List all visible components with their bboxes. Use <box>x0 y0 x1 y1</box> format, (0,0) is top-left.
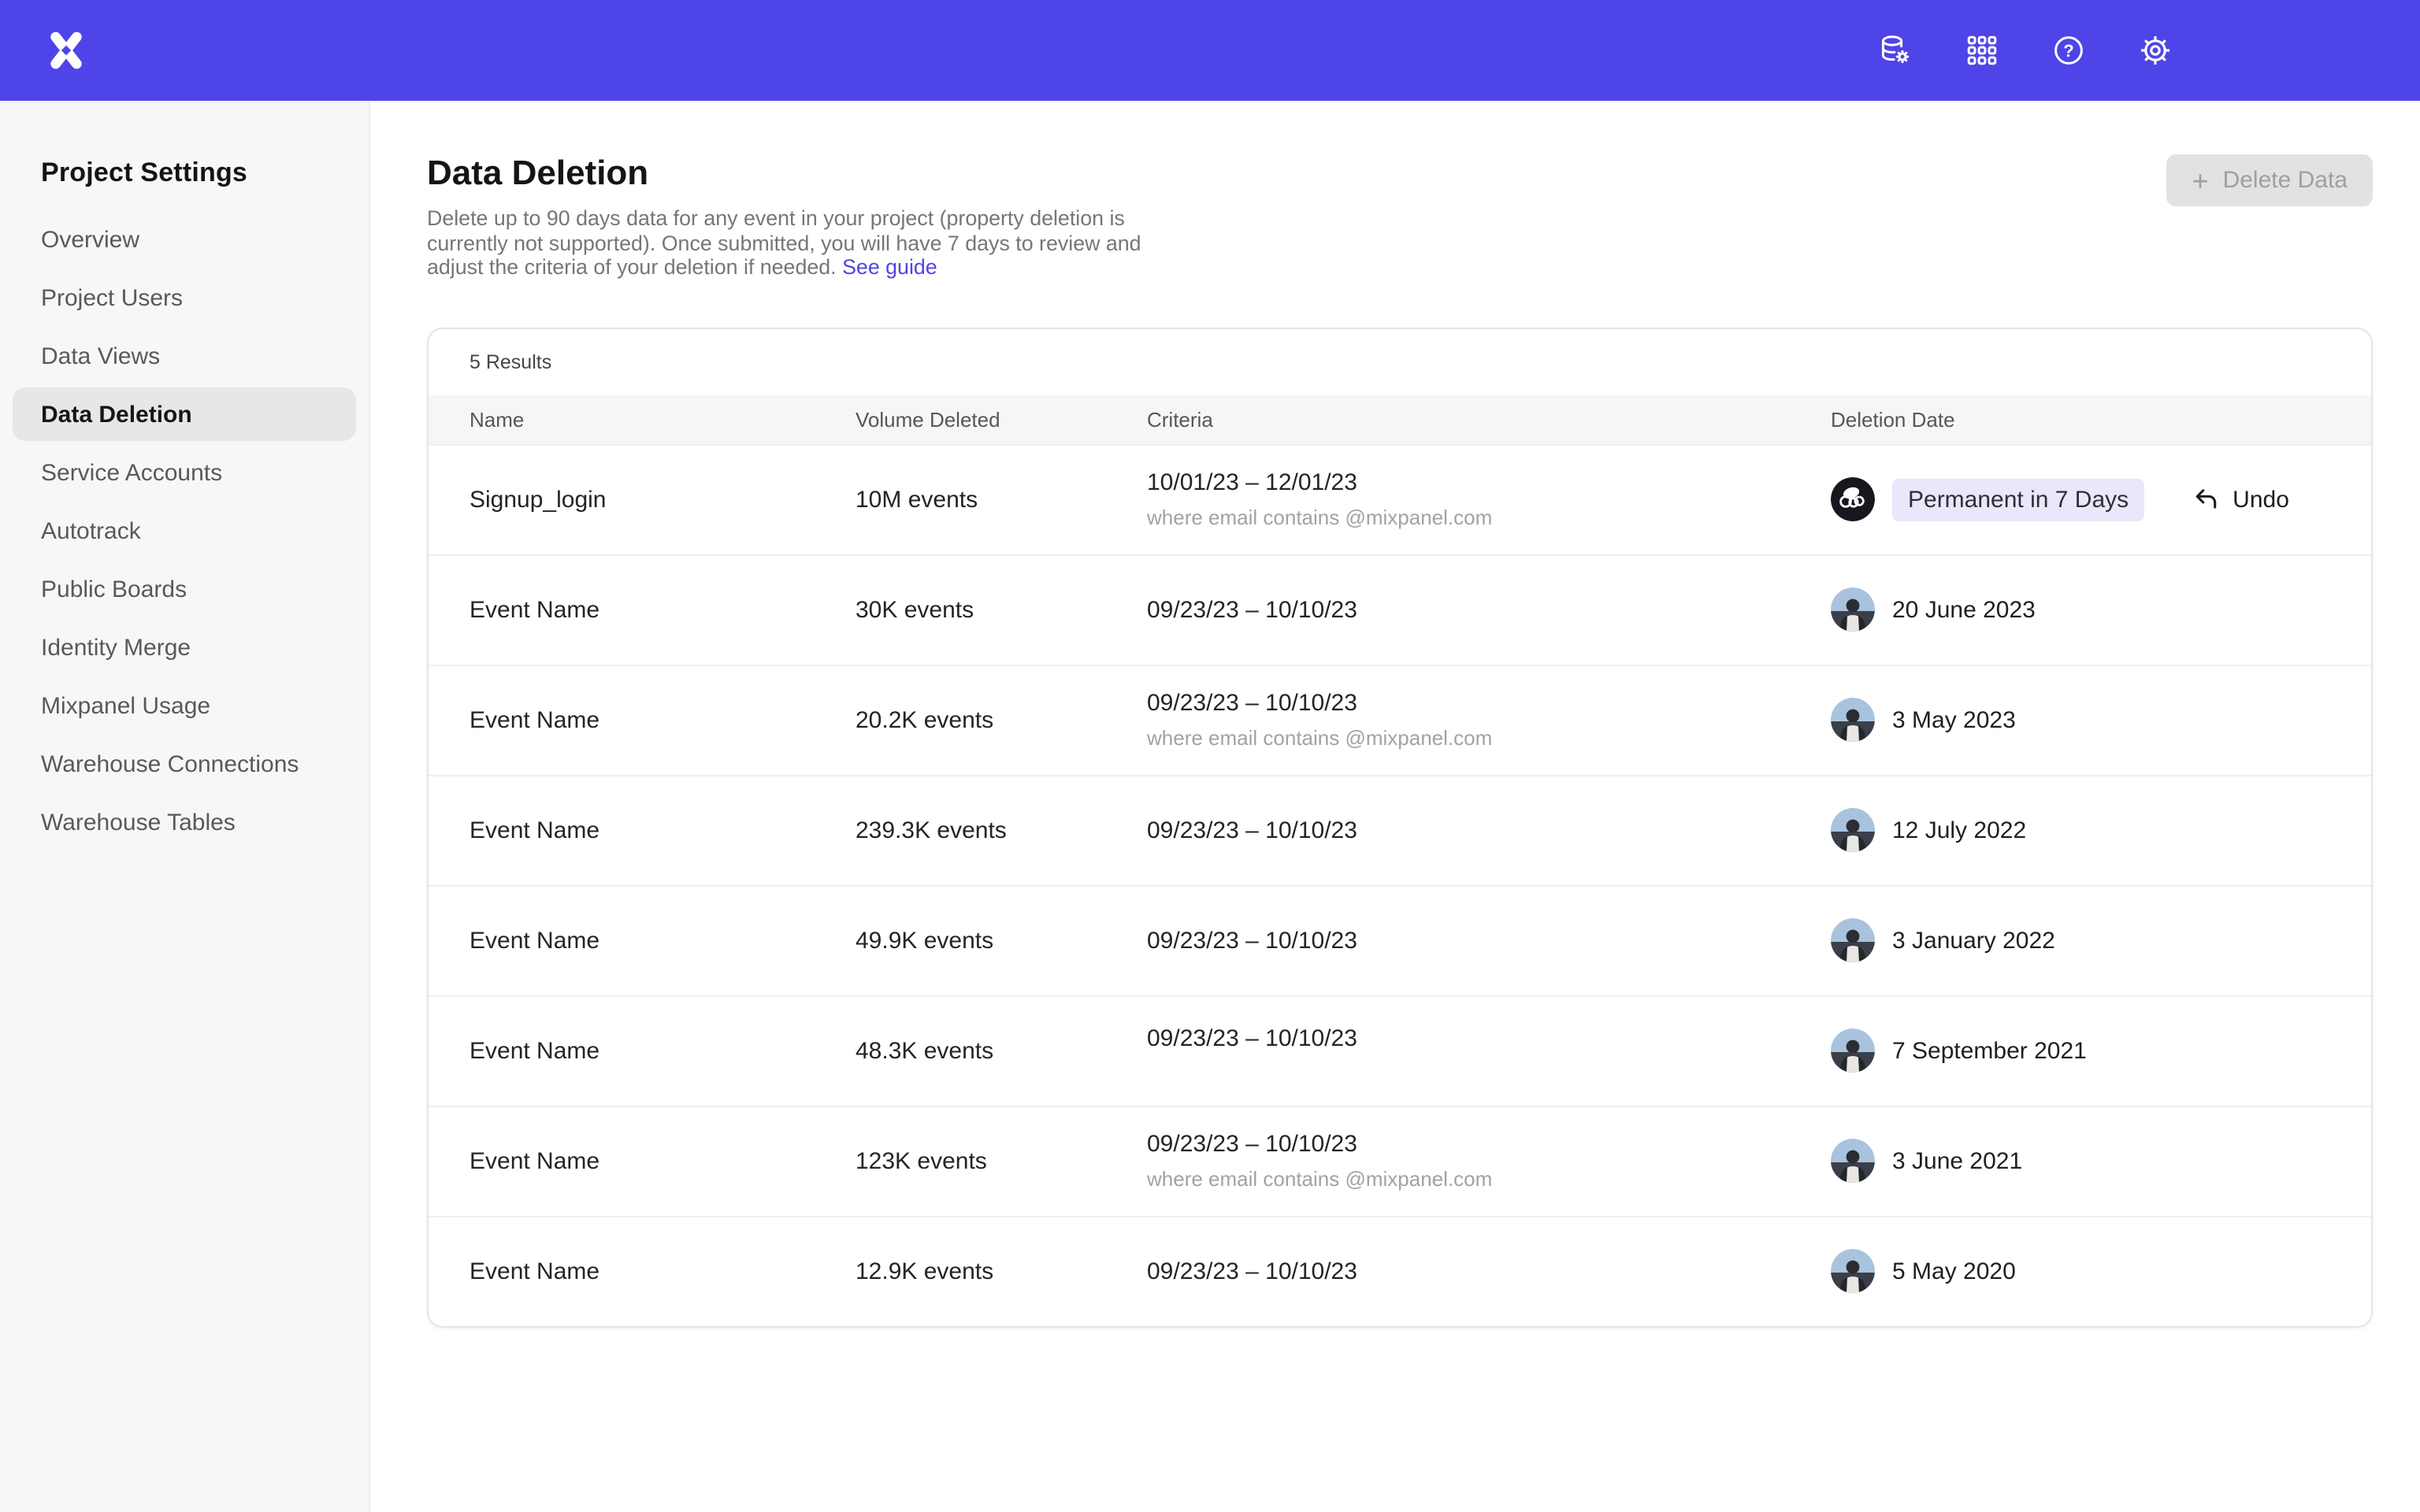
person-avatar <box>1831 699 1875 743</box>
delete-data-button[interactable]: + Delete Data <box>2167 154 2373 206</box>
sidebar: Project Settings Overview Project Users … <box>0 101 370 1512</box>
person-avatar <box>1831 1250 1875 1294</box>
row-name: Event Name <box>470 707 856 734</box>
doodle-avatar <box>1831 478 1875 522</box>
data-management-icon[interactable] <box>1878 33 1913 68</box>
row-volume: 12.9K events <box>856 1258 1147 1285</box>
row-volume: 49.9K events <box>856 928 1147 954</box>
column-header-criteria: Criteria <box>1147 408 1831 432</box>
row-criteria-subtext <box>1147 1052 1831 1077</box>
column-header-name: Name <box>470 408 856 432</box>
description-text: Delete up to 90 days data for any event … <box>427 206 1141 279</box>
sidebar-item-mixpanel-usage[interactable]: Mixpanel Usage <box>13 679 356 732</box>
row-volume: 30K events <box>856 597 1147 624</box>
row-criteria: 09/23/23 – 10/10/23 <box>1147 1132 1831 1158</box>
settings-gear-icon[interactable] <box>2138 33 2173 68</box>
deletion-date: 5 May 2020 <box>1892 1258 2016 1285</box>
undo-button[interactable]: Undo <box>2192 486 2289 514</box>
see-guide-link[interactable]: See guide <box>842 255 937 279</box>
row-criteria: 09/23/23 – 10/10/23 <box>1147 691 1831 717</box>
help-icon[interactable]: ? <box>2051 33 2086 68</box>
delete-data-label: Delete Data <box>2223 167 2348 194</box>
mixpanel-logo[interactable] <box>46 30 87 71</box>
sidebar-item-data-views[interactable]: Data Views <box>13 329 356 383</box>
table-row: Event Name 239.3K events 09/23/23 – 10/1… <box>429 775 2371 885</box>
person-avatar <box>1831 1140 1875 1184</box>
deletion-date: 20 June 2023 <box>1892 597 2036 624</box>
results-count: 5 Results <box>429 329 2371 395</box>
main-content: Data Deletion Delete up to 90 days data … <box>370 101 2420 1512</box>
row-name: Event Name <box>470 597 856 624</box>
row-name: Event Name <box>470 928 856 954</box>
sidebar-item-service-accounts[interactable]: Service Accounts <box>13 446 356 499</box>
person-avatar <box>1831 588 1875 632</box>
deletion-date: 12 July 2022 <box>1892 817 2026 844</box>
row-criteria: 10/01/23 – 12/01/23 <box>1147 470 1831 497</box>
row-name: Event Name <box>470 817 856 844</box>
person-avatar <box>1831 1029 1875 1073</box>
topbar: ? <box>0 0 2420 101</box>
row-name: Event Name <box>470 1148 856 1175</box>
page-title: Data Deletion <box>427 153 1155 194</box>
sidebar-item-overview[interactable]: Overview <box>13 213 356 266</box>
row-name: Event Name <box>470 1038 856 1065</box>
deletion-date: 3 May 2023 <box>1892 707 2016 734</box>
row-criteria-subtext: where email contains @mixpanel.com <box>1147 1168 1831 1191</box>
table-row: Event Name 30K events 09/23/23 – 10/10/2… <box>429 554 2371 665</box>
sidebar-item-warehouse-connections[interactable]: Warehouse Connections <box>13 737 356 791</box>
sidebar-item-data-deletion[interactable]: Data Deletion <box>13 387 356 441</box>
table-row: Event Name 49.9K events 09/23/23 – 10/10… <box>429 885 2371 995</box>
row-criteria-subtext: where email contains @mixpanel.com <box>1147 727 1831 750</box>
sidebar-item-project-users[interactable]: Project Users <box>13 271 356 324</box>
row-criteria: 09/23/23 – 10/10/23 <box>1147 597 1831 624</box>
person-avatar <box>1831 919 1875 963</box>
page-description: Delete up to 90 days data for any event … <box>427 206 1155 280</box>
row-volume: 10M events <box>856 487 1147 513</box>
sidebar-item-public-boards[interactable]: Public Boards <box>13 562 356 616</box>
column-header-deletion-date: Deletion Date <box>1831 408 2330 432</box>
table-header-row: Name Volume Deleted Criteria Deletion Da… <box>429 395 2371 444</box>
person-avatar <box>1831 809 1875 853</box>
row-volume: 239.3K events <box>856 817 1147 844</box>
topbar-icons: ? <box>1878 0 2173 101</box>
row-volume: 123K events <box>856 1148 1147 1175</box>
svg-text:?: ? <box>2063 41 2073 61</box>
sidebar-item-warehouse-tables[interactable]: Warehouse Tables <box>13 795 356 849</box>
deletion-date: 7 September 2021 <box>1892 1038 2087 1065</box>
row-name: Event Name <box>470 1258 856 1285</box>
app-window: ? Project Settings Overview Project User… <box>0 0 2420 1512</box>
undo-icon <box>2192 486 2220 514</box>
results-card: 5 Results Name Volume Deleted Criteria D… <box>427 328 2373 1328</box>
sidebar-nav: Overview Project Users Data Views Data D… <box>13 213 356 849</box>
row-criteria-subtext: where email contains @mixpanel.com <box>1147 506 1831 530</box>
undo-label: Undo <box>2233 487 2289 513</box>
table-row: Event Name 48.3K events 09/23/23 – 10/10… <box>429 995 2371 1106</box>
row-criteria: 09/23/23 – 10/10/23 <box>1147 817 1831 844</box>
table-row: Event Name 12.9K events 09/23/23 – 10/10… <box>429 1216 2371 1326</box>
row-criteria: 09/23/23 – 10/10/23 <box>1147 1025 1831 1052</box>
column-header-volume-deleted: Volume Deleted <box>856 408 1147 432</box>
apps-grid-icon[interactable] <box>1965 33 1999 68</box>
table-row: Event Name 20.2K events 09/23/23 – 10/10… <box>429 665 2371 775</box>
sidebar-title: Project Settings <box>41 158 356 189</box>
table-row: Event Name 123K events 09/23/23 – 10/10/… <box>429 1106 2371 1216</box>
row-criteria: 09/23/23 – 10/10/23 <box>1147 928 1831 954</box>
row-name: Signup_login <box>470 487 856 513</box>
row-volume: 20.2K events <box>856 707 1147 734</box>
row-volume: 48.3K events <box>856 1038 1147 1065</box>
sidebar-item-autotrack[interactable]: Autotrack <box>13 504 356 558</box>
deletion-date: 3 January 2022 <box>1892 928 2055 954</box>
table-row: Signup_login 10M events 10/01/23 – 12/01… <box>429 444 2371 554</box>
row-criteria: 09/23/23 – 10/10/23 <box>1147 1258 1831 1285</box>
sidebar-item-identity-merge[interactable]: Identity Merge <box>13 621 356 674</box>
plus-icon: + <box>2192 166 2209 195</box>
status-badge: Permanent in 7 Days <box>1892 479 2144 521</box>
deletion-date: 3 June 2021 <box>1892 1148 2022 1175</box>
